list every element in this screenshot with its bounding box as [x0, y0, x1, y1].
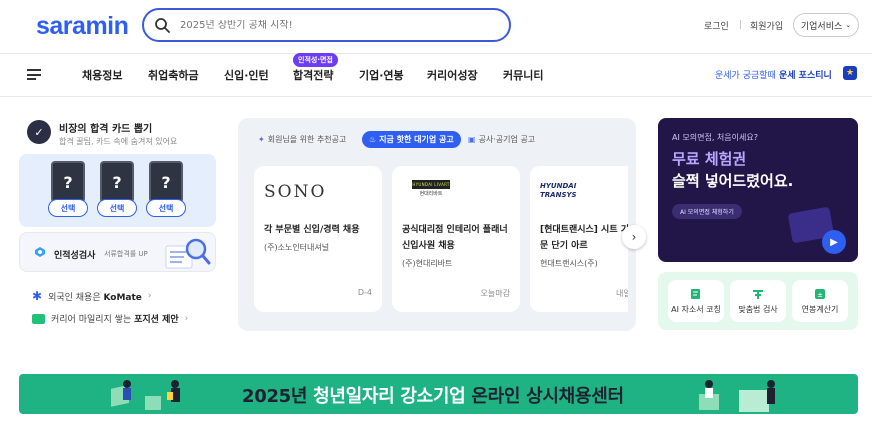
tab-public-label: 공사·공기업 공고: [478, 135, 536, 144]
fortune-light-text: 운세가 궁금할때: [715, 71, 776, 81]
menu-icon[interactable]: [27, 69, 41, 80]
hidden-card-2[interactable]: ?: [100, 161, 134, 203]
aptitude-label: 인적성검사: [54, 251, 96, 261]
mail-icon: [32, 313, 45, 324]
pick-card-2-button[interactable]: 선택: [97, 199, 137, 217]
job-card-livart[interactable]: HYUNDAI LIVART 현대리바트 공식대리점 인테리어 플래너 신입사원…: [392, 166, 520, 312]
job-card-sono[interactable]: SONO 각 부문별 신입/경력 채용 (주)소노인터내셔널 D-4: [254, 166, 382, 312]
chevron-right-icon: ›: [147, 291, 152, 301]
livart-logo-sub: 현대리바트: [419, 191, 443, 197]
chevron-right-icon: ›: [184, 313, 189, 324]
pick-card-3-button[interactable]: 선택: [146, 199, 186, 217]
people-illustration-right: [699, 380, 775, 412]
job-due: 오늘마감: [480, 289, 510, 298]
ad-line1: 무료 체험권: [672, 150, 747, 168]
saramin-logo[interactable]: saramin: [36, 12, 129, 41]
job-title: 공식대리점 인테리어 플래너 신입사원 채용: [402, 225, 508, 251]
job-due: 내일: [616, 289, 628, 298]
hidden-card-3[interactable]: ?: [149, 161, 183, 203]
tab-public-company[interactable]: ▣ 공사·공기업 공고: [468, 134, 535, 145]
job-company: (주)현대리바트: [402, 259, 453, 268]
job-company: (주)소노인터내셔널: [264, 243, 330, 252]
job-card-transys[interactable]: HYUNDAI TRANSYS [현대트랜시스] 시트 기술 부문 단기 아르 …: [530, 166, 628, 312]
nav-badge: 인적성·면접: [293, 53, 338, 67]
chevron-down-icon: ⌄: [845, 21, 852, 29]
login-link[interactable]: 로그인: [704, 19, 729, 32]
nav-item-company[interactable]: 기업·연봉: [359, 67, 404, 83]
search-input[interactable]: [180, 19, 480, 31]
transys-logo: HYUNDAI TRANSYS: [540, 182, 577, 199]
pick-card-1-button[interactable]: 선택: [48, 199, 88, 217]
youth-job-banner[interactable]: 2025년 청년일자리 강소기업 온라인 상시채용센터: [19, 374, 858, 414]
next-arrow-button[interactable]: ›: [622, 225, 646, 249]
signup-link[interactable]: 회원가입: [750, 19, 783, 32]
tab-hot-label: 지금 핫한 대기업 공고: [379, 135, 454, 144]
banner-pre: 2025년: [242, 386, 314, 407]
nav-item-intern[interactable]: 신입·인턴: [224, 67, 269, 83]
ai-resume-coach-button[interactable]: AI 자소서 코칭: [668, 280, 724, 322]
ad-line2: 슬쩍 넣어드렸어요.: [672, 172, 794, 190]
play-icon[interactable]: ▶: [822, 230, 846, 254]
tab-hot-large-company[interactable]: ♨ 지금 핫한 대기업 공고: [362, 131, 461, 148]
star-icon: ★: [843, 66, 857, 80]
sono-logo: SONO: [264, 182, 327, 202]
search-icon: [155, 18, 170, 33]
nav-item-strategy[interactable]: 합격전략: [293, 67, 333, 83]
people-illustration-left: [111, 380, 180, 410]
salary-calculator-button[interactable]: ± 연봉계산기: [792, 280, 848, 322]
nav-item-career[interactable]: 커리어성장: [427, 67, 478, 83]
document-pen-icon: [691, 288, 700, 299]
brain-icon: [35, 247, 45, 257]
tool-label: AI 자소서 코칭: [671, 304, 721, 314]
komate-link[interactable]: ✱ 외국인 채용은 KoMate ›: [32, 289, 152, 303]
svg-text:±: ±: [817, 291, 823, 299]
corp-service-label: 기업서비스: [800, 21, 843, 32]
tool-label: 맞춤법 검사: [738, 304, 778, 314]
card-check-icon: ✓: [27, 120, 51, 144]
fire-icon: ♨: [369, 135, 377, 144]
header-divider: [0, 53, 872, 54]
banner-post: 온라인 상시채용센터: [465, 386, 624, 407]
ad-small-text: AI 모의면접, 처음이세요?: [672, 133, 758, 142]
nav-item-bonus[interactable]: 취업축하금: [148, 67, 199, 83]
spell-check-button[interactable]: 맞춤법 검사: [730, 280, 786, 322]
fortune-strong-text: 운세 포스티니: [778, 71, 832, 81]
nav-divider: [0, 96, 872, 97]
tool-label: 연봉계산기: [801, 304, 839, 314]
banner-highlight: 청년일자리 강소기업: [313, 386, 466, 407]
job-card-clip: HYUNDAI TRANSYS [현대트랜시스] 시트 기술 부문 단기 아르 …: [530, 166, 628, 312]
position-offer-link[interactable]: 커리어 마일리지 쌓는 포지션 제안 ›: [32, 312, 188, 325]
job-company: 현대트랜시스(주): [540, 259, 598, 268]
komate-icon: ✱: [32, 289, 43, 303]
search-bar[interactable]: [142, 8, 511, 42]
ad-headline: 무료 체험권 슬쩍 넣어드렸어요.: [672, 148, 793, 192]
building-icon: ▣: [468, 135, 476, 144]
nav-item-jobs[interactable]: 채용정보: [82, 67, 122, 83]
job-title: [현대트랜시스] 시트 기술 부문 단기 아르: [540, 225, 628, 251]
ai-interview-ad[interactable]: AI 모의면접, 처음이세요? 무료 체험권 슬쩍 넣어드렸어요. AI 모의면…: [658, 118, 858, 262]
spell-check-icon: [753, 289, 763, 299]
job-title: 각 부문별 신입/경력 채용: [264, 225, 360, 235]
livart-logo-text: HYUNDAI LIVART: [412, 180, 450, 189]
magnifier-document-icon: [165, 238, 211, 269]
chevron-right-icon: ›: [631, 230, 637, 244]
position-offer-text: 커리어 마일리지 쌓는 포지션 제안: [51, 315, 179, 325]
util-divider: [740, 20, 741, 29]
banner-text: 2025년 청년일자리 강소기업 온라인 상시채용센터: [242, 382, 624, 408]
corp-service-button[interactable]: 기업서비스 ⌄: [793, 13, 859, 37]
komate-text: 외국인 채용은 KoMate: [48, 292, 142, 303]
rocket-icon: ✦: [258, 135, 265, 144]
fortune-link[interactable]: 운세가 궁금할때 운세 포스티니: [715, 68, 832, 81]
aptitude-sub: 서류합격률 UP: [104, 250, 148, 258]
ad-cta-pill[interactable]: AI 모의면접 체험하기: [672, 204, 742, 219]
tab-recommended-label: 회원님을 위한 추천공고: [267, 135, 347, 144]
livart-logo: HYUNDAI LIVART 현대리바트: [412, 180, 450, 197]
nav-item-community[interactable]: 커뮤니티: [503, 67, 543, 83]
tab-recommended[interactable]: ✦ 회원님을 위한 추천공고: [258, 134, 346, 145]
card-game-title: 비장의 합격 카드 뽑기: [59, 124, 153, 135]
job-due: D-4: [357, 288, 372, 297]
hidden-card-1[interactable]: ?: [51, 161, 85, 203]
card-game-subtitle: 합격 꿀팁, 카드 속에 숨겨져 있어요: [59, 137, 178, 146]
calculator-icon: ±: [815, 288, 825, 299]
